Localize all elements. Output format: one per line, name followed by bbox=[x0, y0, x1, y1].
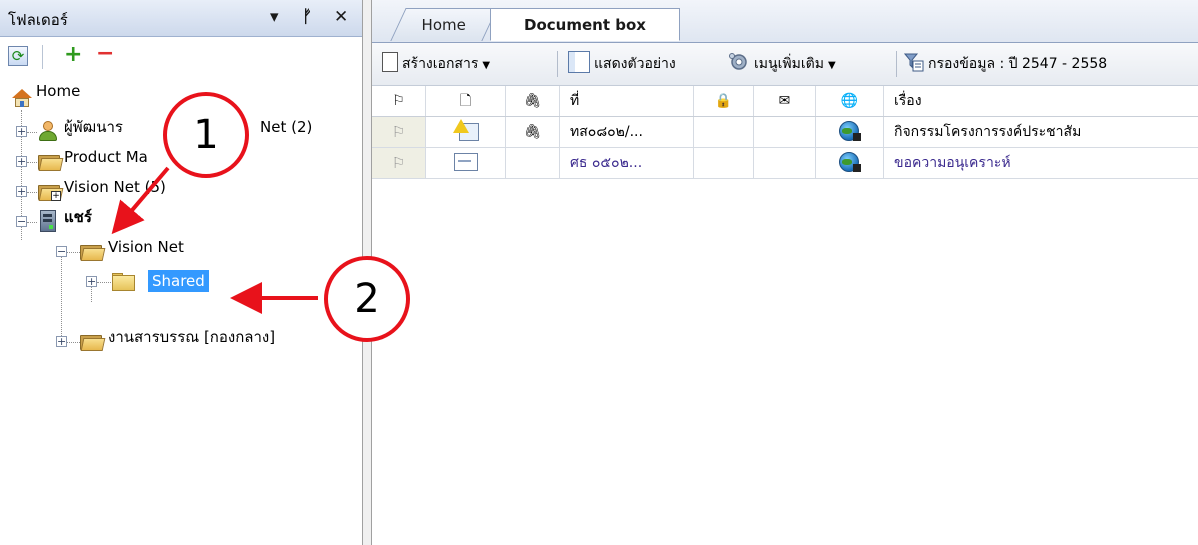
annotation-arrows bbox=[111, 166, 318, 314]
callout-1: 1 bbox=[163, 92, 249, 178]
callout-2: 2 bbox=[324, 256, 410, 342]
callout-1-arrow bbox=[111, 166, 170, 235]
